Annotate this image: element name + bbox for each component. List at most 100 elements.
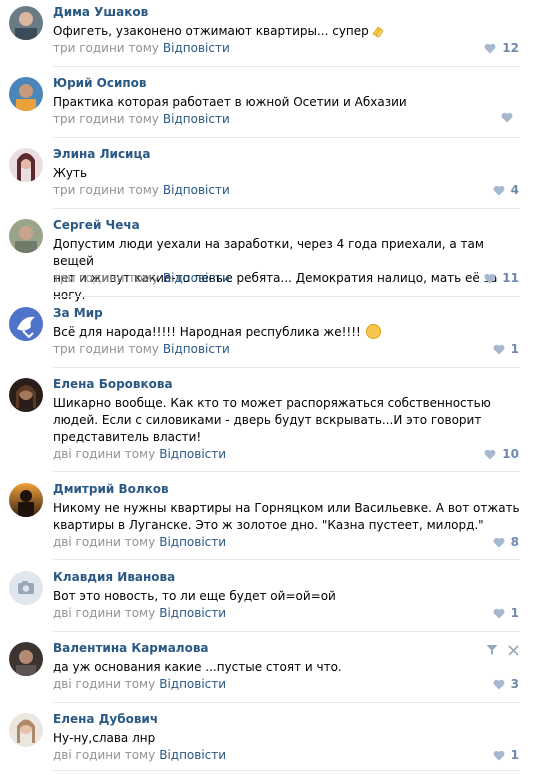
like-count: 12	[502, 41, 519, 55]
comment-meta: дві години тому Відповісти	[53, 447, 226, 461]
comment-meta: дві години тому Відповісти	[53, 748, 226, 762]
comment-item: Элина Лисица Жуть три години тому Відпові…	[0, 142, 534, 209]
heart-icon	[484, 449, 496, 459]
like-count: 10	[502, 447, 519, 461]
like-count: 1	[510, 606, 519, 620]
comment-text: Ну-ну,слава лнр	[53, 731, 156, 745]
like-button[interactable]: 10	[484, 447, 519, 461]
comment-author[interactable]: Валентина Кармалова	[53, 641, 209, 655]
avatar[interactable]	[9, 77, 43, 111]
reply-button[interactable]: Відповісти	[159, 606, 226, 620]
like-button[interactable]: 8	[493, 535, 519, 549]
avatar[interactable]	[9, 378, 43, 412]
comment-author[interactable]: Сергей Чеча	[53, 218, 140, 232]
avatar[interactable]	[9, 713, 43, 747]
comment-item: Елена Боровкова Шикарно вообще. Как кто …	[0, 372, 534, 472]
separator	[53, 66, 520, 67]
comment-meta: три години тому Відповісти	[53, 342, 230, 356]
heart-icon	[493, 679, 505, 689]
avatar[interactable]	[9, 148, 43, 182]
comment-author[interactable]: Элина Лисица	[53, 147, 150, 161]
comment-author[interactable]: За Мир	[53, 306, 103, 320]
separator	[53, 702, 520, 703]
comment-text: Допустим люди уехали на заработки, через…	[53, 237, 497, 302]
heart-icon	[493, 537, 505, 547]
avatar[interactable]	[9, 571, 43, 605]
reply-button[interactable]: Відповісти	[163, 112, 230, 126]
reply-button[interactable]: Відповісти	[159, 748, 226, 762]
heart-icon	[493, 344, 505, 354]
comment-time[interactable]: дві години тому	[53, 606, 155, 620]
separator	[53, 296, 520, 297]
comment-text: да уж основания какие ...пустые стоят и …	[53, 660, 342, 674]
comment-item: Сергей Чеча Допустим люди уехали на зара…	[0, 213, 534, 302]
comment-item: Дима Ушаков Офигеть, узаконено отжимают …	[0, 0, 534, 67]
reply-button[interactable]: Відповісти	[159, 535, 226, 549]
comment-text: Офигеть, узаконено отжимают квартиры... …	[53, 23, 523, 40]
like-count: 1	[510, 342, 519, 356]
avatar[interactable]	[9, 219, 43, 253]
comment-author[interactable]: Елена Боровкова	[53, 377, 173, 391]
like-count: 1	[510, 748, 519, 762]
avatar[interactable]	[9, 642, 43, 676]
filter-icon[interactable]	[486, 644, 498, 656]
comment-text: Жуть	[53, 166, 88, 180]
separator	[53, 770, 520, 771]
comment-item: Валентина Кармалова да уж основания каки…	[0, 636, 534, 703]
comment-author[interactable]: Юрий Осипов	[53, 76, 147, 90]
close-icon[interactable]	[508, 644, 519, 656]
comment-time[interactable]: дві години тому	[53, 535, 155, 549]
reply-button[interactable]: Відповісти	[159, 447, 226, 461]
comment-item: Юрий Осипов Практика которая работает в …	[0, 71, 534, 138]
comment-time[interactable]: три години тому	[53, 342, 159, 356]
reply-button[interactable]: Відповісти	[163, 342, 230, 356]
heart-icon	[493, 185, 505, 195]
comment-meta: три години тому Відповісти	[53, 41, 230, 55]
like-button[interactable]	[501, 112, 519, 123]
like-button[interactable]: 12	[484, 41, 519, 55]
comment-meta: дві години тому Відповісти	[53, 535, 226, 549]
comment-meta: дві години тому Відповісти	[53, 677, 226, 691]
like-button[interactable]: 4	[493, 183, 519, 197]
like-button[interactable]: 11	[484, 271, 519, 285]
clapping-hands-icon	[372, 26, 384, 38]
comment-time[interactable]: три години тому	[53, 271, 159, 285]
comment-time[interactable]: три години тому	[53, 183, 159, 197]
avatar[interactable]	[9, 483, 43, 517]
comment-time[interactable]: дві години тому	[53, 447, 155, 461]
comment-text: Никому не нужны квартиры на Горняцком ил…	[53, 501, 520, 532]
comment-time[interactable]: дві години тому	[53, 677, 155, 691]
comment-time[interactable]: три години тому	[53, 41, 159, 55]
like-count: 8	[510, 535, 519, 549]
comment-time[interactable]: три години тому	[53, 112, 159, 126]
comment-tools	[486, 644, 519, 656]
avatar[interactable]	[9, 6, 43, 40]
grinning-face-icon	[365, 324, 381, 339]
heart-icon	[493, 750, 505, 760]
comment-text: Всё для народа!!!!! Народная республика …	[53, 324, 523, 341]
reply-button[interactable]: Відповісти	[163, 41, 230, 55]
comment-author[interactable]: Елена Дубович	[53, 712, 158, 726]
like-count: 4	[510, 183, 519, 197]
heart-icon	[484, 273, 496, 283]
comment-meta: три години тому Відповісти	[53, 271, 230, 285]
comment-text: Практика которая работает в южной Осетии…	[53, 95, 407, 109]
like-button[interactable]: 3	[493, 677, 519, 691]
comment-author[interactable]: Дмитрий Волков	[53, 482, 169, 496]
like-button[interactable]: 1	[493, 606, 519, 620]
like-button[interactable]: 1	[493, 748, 519, 762]
comment-author[interactable]: Дима Ушаков	[53, 5, 148, 19]
comment-item: Клавдия Иванова Вот это новость, то ли е…	[0, 565, 534, 632]
separator	[53, 367, 520, 368]
reply-button[interactable]: Відповісти	[163, 183, 230, 197]
avatar[interactable]	[9, 307, 43, 341]
heart-icon	[501, 112, 513, 123]
comment-time[interactable]: дві години тому	[53, 748, 155, 762]
like-button[interactable]: 1	[493, 342, 519, 356]
comment-item: Дмитрий Волков Никому не нужны квартиры …	[0, 477, 534, 560]
comment-text: Шикарно вообще. Как кто то может распоря…	[53, 396, 491, 444]
comment-author[interactable]: Клавдия Иванова	[53, 570, 175, 584]
reply-button[interactable]: Відповісти	[159, 677, 226, 691]
reply-button[interactable]: Відповісти	[163, 271, 230, 285]
separator	[53, 631, 520, 632]
